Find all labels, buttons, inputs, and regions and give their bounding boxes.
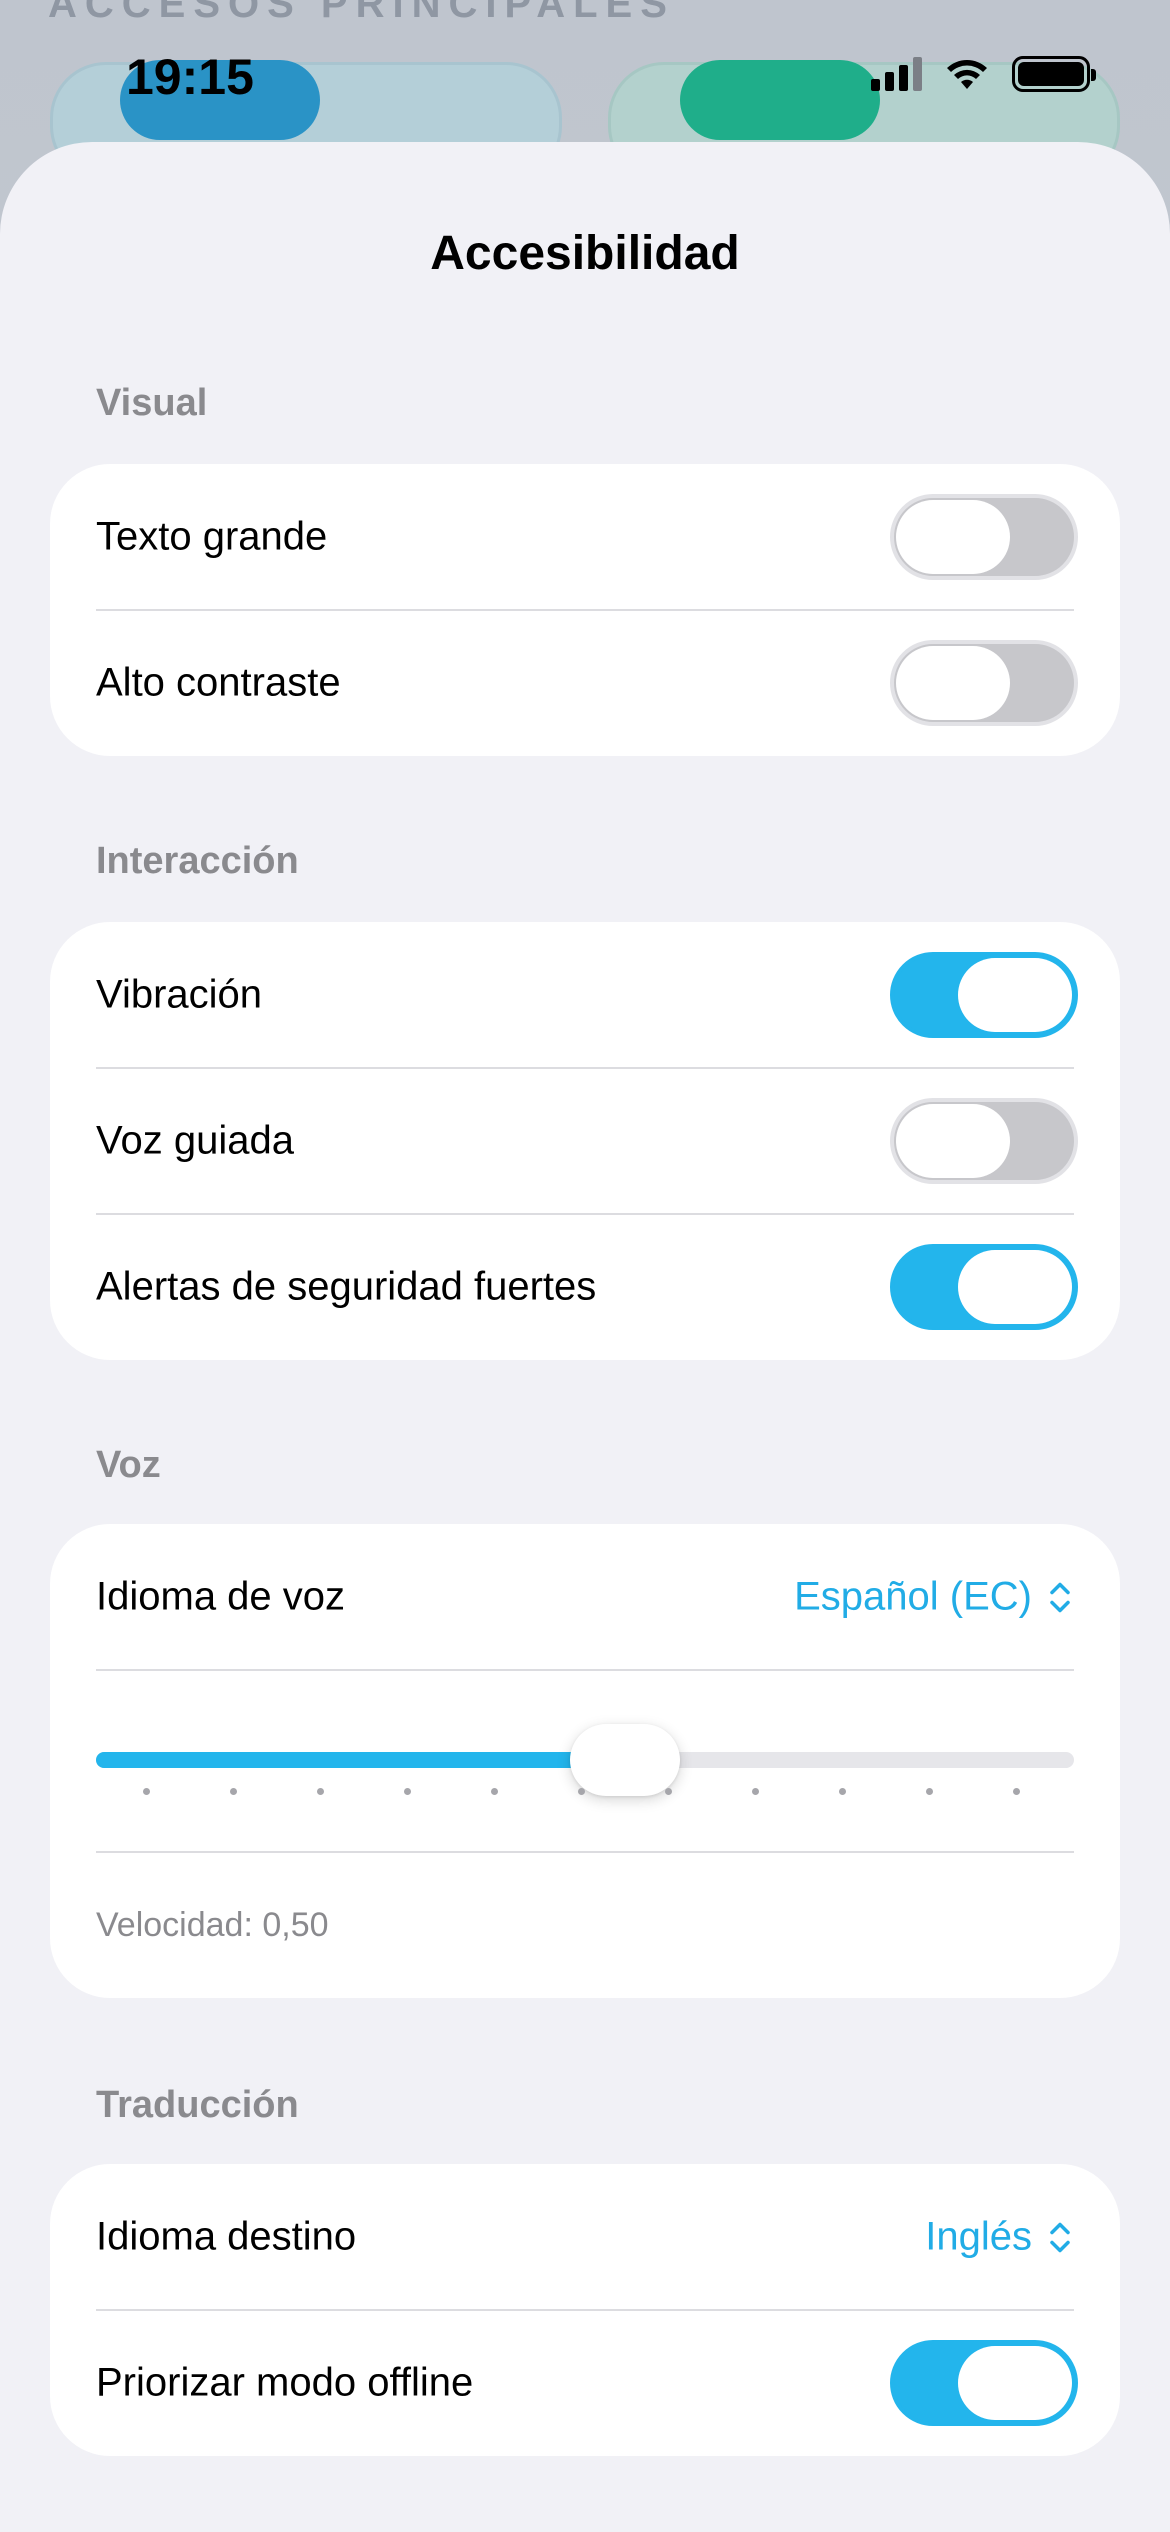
toggle-knob [896, 500, 1010, 574]
row-offline-mode: Priorizar modo offline [50, 2310, 1120, 2456]
wifi-icon [947, 60, 987, 89]
row-label: Priorizar modo offline [96, 2360, 474, 2405]
picker-value: Inglés [925, 2214, 1032, 2259]
row-high-contrast: Alto contraste [50, 610, 1120, 756]
divider [96, 1851, 1074, 1853]
toggle-strong-security-alerts[interactable] [890, 1244, 1078, 1330]
slider-tick [839, 1788, 846, 1795]
status-time: 19:15 [126, 49, 254, 105]
row-target-language[interactable]: Idioma destino Inglés [50, 2164, 1120, 2310]
slider-fill [96, 1752, 585, 1768]
slider-tick [752, 1788, 759, 1795]
row-strong-security-alerts: Alertas de seguridad fuertes [50, 1214, 1120, 1360]
row-label: Idioma de voz [96, 1574, 346, 1619]
toggle-knob [958, 958, 1072, 1032]
slider-tick [926, 1788, 933, 1795]
accessibility-sheet: Accesibilidad Visual Texto grande Alto c… [0, 142, 1170, 2532]
status-icons [871, 56, 1096, 92]
row-large-text: Texto grande [50, 464, 1120, 610]
slider-tick [491, 1788, 498, 1795]
voice-language-picker[interactable]: Español (EC) [794, 1575, 1072, 1620]
row-label: Idioma destino [96, 2214, 357, 2259]
slider-tick [230, 1788, 237, 1795]
section-label-voice: Voz [96, 1444, 161, 1486]
battery-icon [1012, 56, 1096, 92]
row-label: Texto grande [96, 514, 328, 559]
slider-tick [578, 1788, 585, 1795]
card-voice: Idioma de voz Español (EC) Velocidad: 0,… [50, 1524, 1120, 1998]
row-vibration: Vibración [50, 922, 1120, 1068]
row-guided-voice: Voz guiada [50, 1068, 1120, 1214]
speed-slider[interactable] [96, 1670, 1074, 1850]
sheet-title: Accesibilidad [430, 227, 740, 280]
row-label: Alto contraste [96, 660, 341, 705]
card-translation: Idioma destino Inglés Priorizar modo off… [50, 2164, 1120, 2456]
toggle-vibration[interactable] [890, 952, 1078, 1038]
row-label: Vibración [96, 972, 263, 1017]
slider-tick [1013, 1788, 1020, 1795]
toggle-knob [958, 1250, 1072, 1324]
row-label: Voz guiada [96, 1118, 294, 1163]
toggle-knob [896, 1104, 1010, 1178]
slider-tick [404, 1788, 411, 1795]
toggle-large-text[interactable] [890, 494, 1078, 580]
toggle-knob [896, 646, 1010, 720]
signal-icon [871, 57, 922, 91]
picker-value: Español (EC) [794, 1574, 1032, 1619]
speed-value-label: Velocidad: 0,50 [96, 1906, 329, 1944]
section-label-interaction: Interacción [96, 840, 299, 882]
slider-thumb[interactable] [570, 1724, 680, 1796]
section-label-visual: Visual [96, 382, 208, 424]
toggle-guided-voice[interactable] [890, 1098, 1078, 1184]
slider-tick [143, 1788, 150, 1795]
row-voice-language[interactable]: Idioma de voz Español (EC) [50, 1524, 1120, 1670]
target-language-picker[interactable]: Inglés [925, 2215, 1072, 2260]
toggle-offline-mode[interactable] [890, 2340, 1078, 2426]
slider-tick [665, 1788, 672, 1795]
toggle-knob [958, 2346, 1072, 2420]
section-label-translation: Traducción [96, 2084, 299, 2126]
card-interaction: Vibración Voz guiada Alertas de segurida… [50, 922, 1120, 1360]
slider-track[interactable] [96, 1724, 1074, 1796]
toggle-high-contrast[interactable] [890, 640, 1078, 726]
row-label: Alertas de seguridad fuertes [96, 1264, 597, 1309]
chevron-up-down-icon [1048, 1577, 1072, 1617]
chevron-up-down-icon [1048, 2217, 1072, 2257]
slider-tick [317, 1788, 324, 1795]
card-visual: Texto grande Alto contraste [50, 464, 1120, 756]
status-bar: 19:15 [0, 0, 1170, 140]
